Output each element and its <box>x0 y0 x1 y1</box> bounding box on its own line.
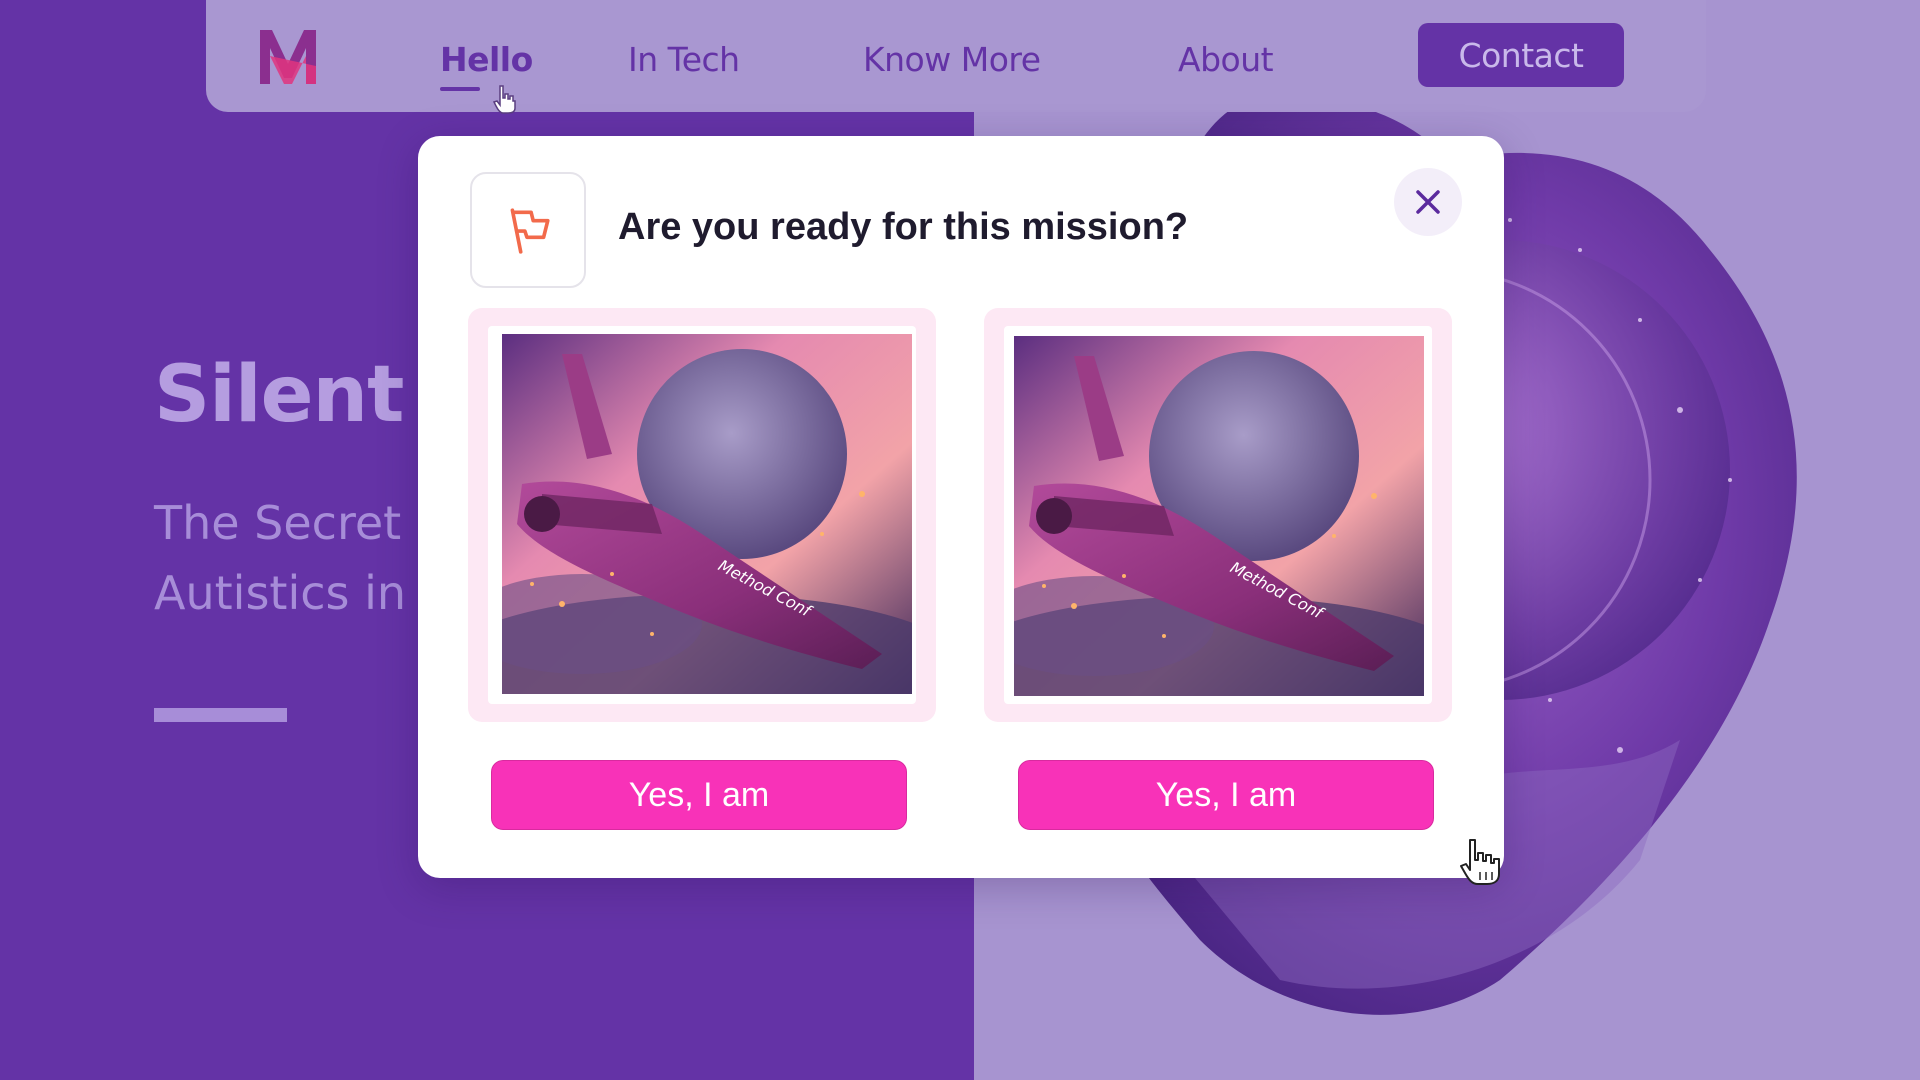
hero-subtitle: The Secret Autistics in <box>154 488 406 628</box>
hero-subtitle-line-2: Autistics in <box>154 566 407 620</box>
flag-icon <box>470 172 586 288</box>
mission-option-card-1[interactable]: Method Conf <box>442 308 962 734</box>
hand-cursor-icon <box>492 84 518 114</box>
nav-item-know-more[interactable]: Know More <box>863 40 1041 79</box>
contact-button[interactable]: Contact <box>1418 23 1624 87</box>
yes-button-2[interactable]: Yes, I am <box>1018 760 1434 830</box>
hand-cursor-icon <box>1458 836 1504 886</box>
option-image-frame: Method Conf <box>954 326 1474 736</box>
spaceship-image: Method Conf <box>954 336 1474 736</box>
yes-button-1[interactable]: Yes, I am <box>491 760 907 830</box>
nav-item-about[interactable]: About <box>1178 40 1274 79</box>
spaceship-image: Method Conf <box>442 334 962 734</box>
modal-title: Are you ready for this mission? <box>618 206 1189 248</box>
top-navbar: Hello In Tech Know More About Contact <box>206 0 1706 114</box>
hero-subtitle-line-1: The Secret <box>154 496 402 550</box>
option-image-frame: Method Conf <box>442 326 962 734</box>
nav-active-underline <box>440 87 480 91</box>
mission-option-card-2[interactable]: Method Conf <box>954 308 1474 736</box>
hero-divider <box>154 708 287 722</box>
nav-item-hello[interactable]: Hello <box>440 40 533 79</box>
close-button[interactable] <box>1394 168 1462 236</box>
close-icon <box>1416 190 1440 214</box>
m-logo-icon[interactable] <box>256 26 320 88</box>
nav-item-in-tech[interactable]: In Tech <box>628 40 740 79</box>
mission-modal: Are you ready for this mission? Method C… <box>418 136 1504 878</box>
hero-title: Silent I <box>154 350 459 440</box>
